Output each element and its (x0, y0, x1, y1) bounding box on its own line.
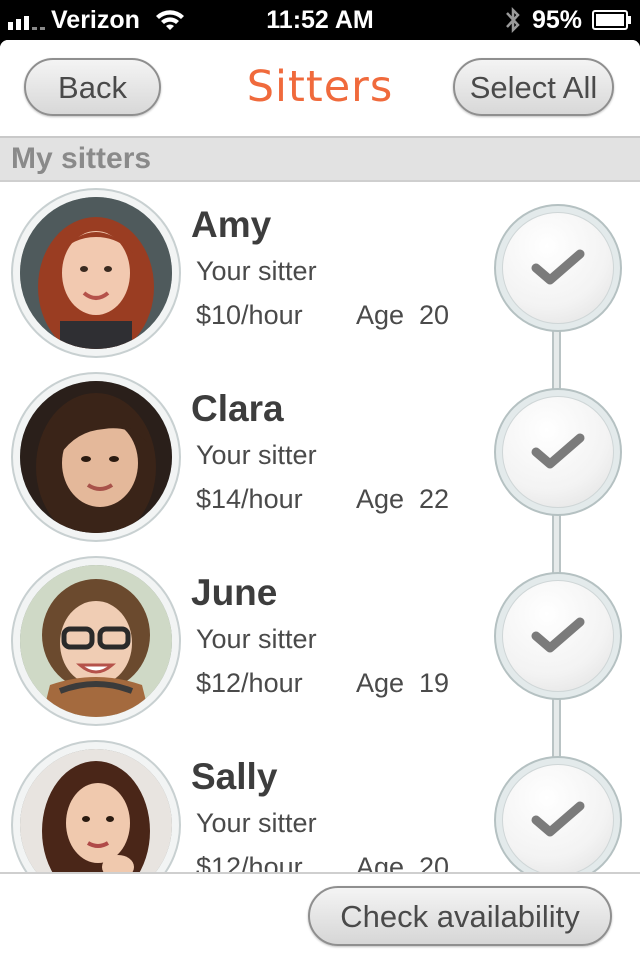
select-all-button[interactable]: Select All (453, 58, 614, 116)
sitter-subtitle: Your sitter (196, 256, 317, 286)
sitter-row-clara[interactable]: Clara Your sitter $14/hour Age 22 (0, 366, 640, 550)
select-toggle[interactable] (494, 388, 622, 516)
sitter-age: 20 (419, 300, 450, 330)
status-bar: Verizon 11:52 AM 95% (0, 0, 640, 40)
sitter-name: Clara (191, 388, 284, 429)
sitter-rate: $14/hour (196, 484, 303, 514)
sitter-subtitle: Your sitter (196, 440, 317, 470)
checkmark-button[interactable] (502, 212, 614, 324)
checkmark-icon (531, 617, 585, 653)
checkmark-icon (531, 801, 585, 837)
sitter-rate: $12/hour (196, 668, 303, 698)
sitter-age: 22 (419, 484, 450, 514)
avatar-frame (11, 188, 181, 358)
sitter-subtitle: Your sitter (196, 624, 317, 654)
checkmark-button[interactable] (502, 396, 614, 508)
check-availability-button[interactable]: Check availability (308, 886, 612, 946)
sitter-row-june[interactable]: June Your sitter $12/hour Age 19 (0, 550, 640, 734)
sitter-age-label: Age (356, 852, 405, 872)
sitter-subtitle: Your sitter (196, 808, 317, 838)
status-right: 95% (504, 0, 632, 40)
avatar (20, 749, 172, 872)
select-toggle[interactable] (494, 204, 622, 332)
select-toggle[interactable] (494, 572, 622, 700)
avatar-frame (11, 740, 181, 872)
section-header: My sitters (0, 136, 640, 182)
avatar (20, 565, 172, 717)
battery-percent: 95% (531, 5, 582, 34)
sitter-row-amy[interactable]: Amy Your sitter $10/hour Age 20 (0, 182, 640, 366)
checkmark-icon (531, 249, 585, 285)
battery-icon (592, 10, 631, 30)
sitter-rate: $12/hour (196, 852, 303, 872)
sitter-name: Sally (191, 756, 278, 797)
app-screen: Back Sitters Select All My sitters Amy Y… (0, 40, 640, 960)
checkmark-button[interactable] (502, 580, 614, 692)
avatar-frame (11, 372, 181, 542)
navigation-bar: Back Sitters Select All (0, 40, 640, 136)
checkmark-icon (531, 433, 585, 469)
sitter-name: June (191, 572, 278, 613)
sitter-list[interactable]: Amy Your sitter $10/hour Age 20 Clara Yo… (0, 182, 640, 872)
portrait-june (20, 565, 172, 717)
sitter-name: Amy (191, 204, 272, 245)
section-title: My sitters (11, 142, 152, 175)
checkmark-button[interactable] (502, 764, 614, 872)
avatar-frame (11, 556, 181, 726)
avatar (20, 381, 172, 533)
portrait-clara (20, 381, 172, 533)
sitter-age: 19 (419, 668, 450, 698)
sitter-age: 20 (419, 852, 450, 872)
sitter-rate: $10/hour (196, 300, 303, 330)
portrait-amy (20, 197, 172, 349)
sitter-age-label: Age (356, 668, 405, 698)
select-toggle[interactable] (494, 756, 622, 872)
bluetooth-icon (506, 6, 520, 34)
sitter-age-label: Age (356, 300, 405, 330)
bottom-toolbar: Check availability (0, 872, 640, 960)
sitter-row-sally[interactable]: Sally Your sitter $12/hour Age 20 (0, 734, 640, 872)
portrait-sally (20, 749, 172, 872)
sitter-age-label: Age (356, 484, 405, 514)
avatar (20, 197, 172, 349)
